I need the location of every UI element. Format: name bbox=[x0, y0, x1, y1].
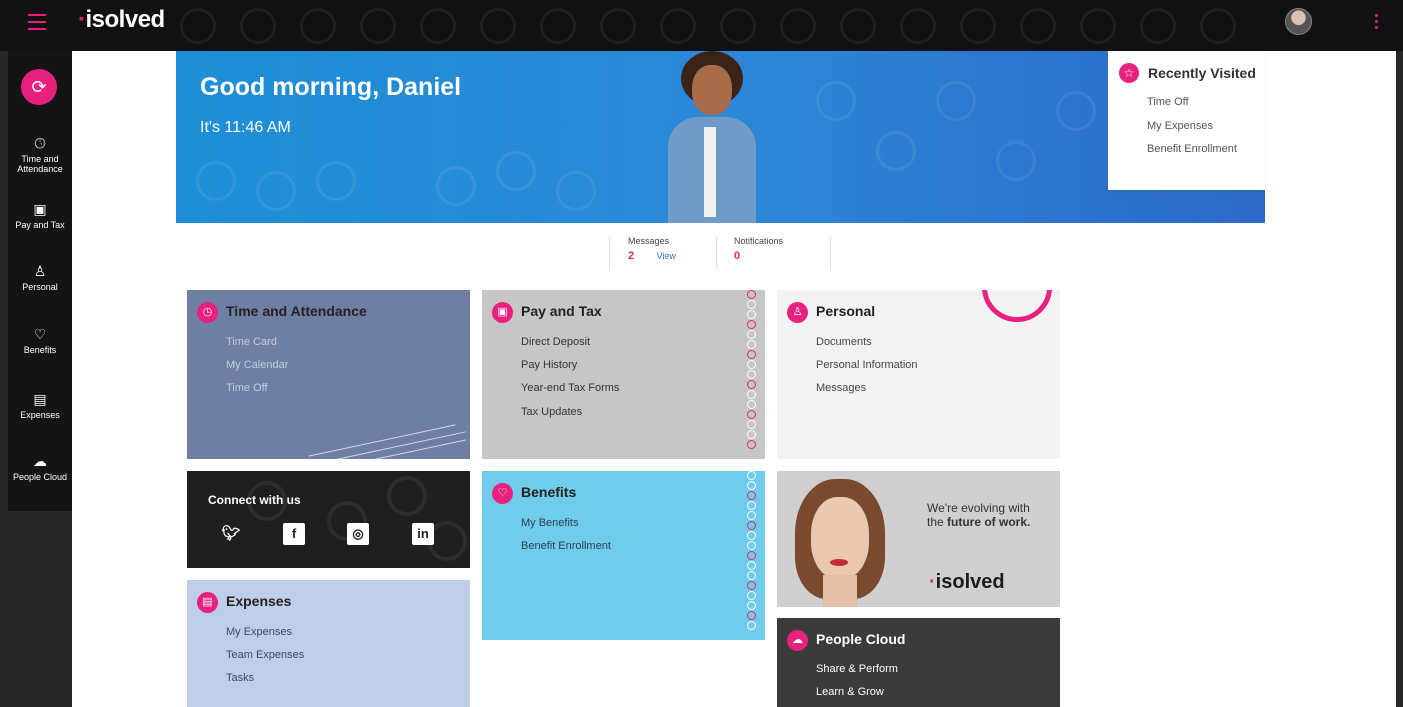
link-team-expenses[interactable]: Team Expenses bbox=[226, 649, 304, 661]
recent-link-my-expenses[interactable]: My Expenses bbox=[1147, 120, 1213, 132]
link-share-perform[interactable]: Share & Perform bbox=[816, 663, 898, 675]
sidebar-item-personal[interactable]: ♙ Personal bbox=[8, 263, 72, 292]
sidebar-item-label: Pay and Tax bbox=[15, 220, 65, 230]
link-my-benefits[interactable]: My Benefits bbox=[521, 517, 578, 529]
sidebar-item-label: Benefits bbox=[23, 345, 57, 355]
card-pay-tax: ▣ Pay and Tax Direct Deposit Pay History… bbox=[482, 290, 765, 459]
user-avatar[interactable] bbox=[1285, 8, 1312, 35]
hamburger-icon[interactable] bbox=[28, 14, 46, 30]
money-icon: ▣ bbox=[492, 302, 513, 323]
card-title: Benefits bbox=[521, 484, 577, 500]
sidebar-item-pay-tax[interactable]: ▣ Pay and Tax bbox=[8, 201, 72, 230]
refresh-icon[interactable]: ⟳ bbox=[21, 69, 57, 105]
sidebar-item-label: Personal bbox=[22, 282, 58, 292]
decorative-lines bbox=[307, 424, 467, 459]
recent-link-benefit-enrollment[interactable]: Benefit Enrollment bbox=[1147, 143, 1237, 155]
person-icon: ♙ bbox=[787, 302, 808, 323]
sidebar-item-expenses[interactable]: ▤ Expenses bbox=[8, 391, 72, 420]
notifications-label: Notifications bbox=[734, 236, 784, 246]
top-bar: ·isolved bbox=[0, 0, 1403, 51]
link-time-off[interactable]: Time Off bbox=[226, 382, 268, 394]
top-bar-decoration bbox=[180, 0, 1280, 51]
messages-count: 2 bbox=[628, 250, 635, 262]
recent-link-time-off[interactable]: Time Off bbox=[1147, 96, 1189, 108]
connect-title: Connect with us bbox=[208, 493, 301, 507]
link-documents[interactable]: Documents bbox=[816, 336, 872, 348]
cloud-icon: ☁ bbox=[787, 630, 808, 651]
view-messages-link[interactable]: View bbox=[657, 251, 676, 261]
right-edge bbox=[1396, 51, 1403, 707]
link-personal-information[interactable]: Personal Information bbox=[816, 359, 918, 371]
main-content: Good morning, Daniel It's 11:46 AM ☆ Rec… bbox=[72, 51, 1396, 707]
hero-person-image bbox=[666, 51, 756, 223]
sidebar-item-label: Time and bbox=[21, 154, 59, 164]
stats-bar: Messages 2 View Notifications 0 bbox=[609, 236, 831, 269]
notifications-stat: Notifications 0 bbox=[716, 236, 831, 269]
sidebar-item-label: People Cloud bbox=[12, 472, 68, 482]
decorative-dots bbox=[747, 471, 759, 640]
clock-icon: 🕓︎ bbox=[34, 135, 46, 151]
link-my-expenses[interactable]: My Expenses bbox=[226, 626, 292, 638]
card-expenses: ▤ Expenses My Expenses Team Expenses Tas… bbox=[187, 580, 470, 707]
link-direct-deposit[interactable]: Direct Deposit bbox=[521, 336, 590, 348]
link-time-card[interactable]: Time Card bbox=[226, 336, 277, 348]
left-edge bbox=[0, 51, 8, 707]
card-title: Expenses bbox=[226, 593, 292, 609]
card-title: Time and Attendance bbox=[226, 303, 367, 319]
card-personal: ♙ Personal Documents Personal Informatio… bbox=[777, 290, 1060, 459]
promo-line1: We're evolving with bbox=[927, 501, 1030, 515]
sidebar-item-people-cloud[interactable]: ☁ People Cloud bbox=[8, 453, 72, 482]
link-tasks[interactable]: Tasks bbox=[226, 672, 254, 684]
recently-visited-title: Recently Visited bbox=[1148, 65, 1256, 81]
money-icon: ▣ bbox=[33, 201, 47, 217]
link-my-calendar[interactable]: My Calendar bbox=[226, 359, 288, 371]
link-benefit-enrollment[interactable]: Benefit Enrollment bbox=[521, 540, 611, 552]
card-benefits: ♡ Benefits My Benefits Benefit Enrollmen… bbox=[482, 471, 765, 640]
facebook-icon[interactable]: f bbox=[283, 523, 305, 545]
connect-with-us-card: Connect with us 🐦︎ f ◎ in bbox=[187, 471, 470, 568]
card-title: Pay and Tax bbox=[521, 303, 602, 319]
link-tax-updates[interactable]: Tax Updates bbox=[521, 406, 582, 418]
link-learn-grow[interactable]: Learn & Grow bbox=[816, 686, 884, 698]
link-messages[interactable]: Messages bbox=[816, 382, 866, 394]
sidebar: ⟳ 🕓︎ Time and Attendance ▣ Pay and Tax ♙… bbox=[8, 51, 72, 511]
link-pay-history[interactable]: Pay History bbox=[521, 359, 577, 371]
decorative-ring bbox=[982, 290, 1052, 322]
card-people-cloud: ☁ People Cloud Share & Perform Learn & G… bbox=[777, 618, 1060, 707]
notifications-count: 0 bbox=[734, 250, 741, 262]
receipt-icon: ▤ bbox=[197, 592, 218, 613]
cloud-icon: ☁ bbox=[33, 453, 47, 469]
promo-banner[interactable]: We're evolving with the future of work. … bbox=[777, 471, 1060, 607]
heart-icon: ♡ bbox=[33, 326, 47, 342]
messages-stat: Messages 2 View bbox=[628, 236, 716, 269]
instagram-icon[interactable]: ◎ bbox=[347, 523, 369, 545]
linkedin-icon[interactable]: in bbox=[412, 523, 434, 545]
kebab-icon[interactable] bbox=[1375, 14, 1379, 32]
recently-visited-panel: ☆ Recently Visited Time Off My Expenses … bbox=[1108, 51, 1265, 190]
messages-label: Messages bbox=[628, 236, 670, 246]
decorative-dots bbox=[747, 290, 759, 459]
isolved-logo[interactable]: ·isolved bbox=[78, 6, 165, 34]
card-time-attendance: ◷ Time and Attendance Time Card My Calen… bbox=[187, 290, 470, 459]
person-icon: ♙ bbox=[33, 263, 47, 279]
twitter-icon[interactable]: 🐦︎ bbox=[220, 523, 242, 545]
sidebar-item-label: Expenses bbox=[20, 410, 60, 420]
link-year-end-tax-forms[interactable]: Year-end Tax Forms bbox=[521, 382, 619, 394]
greeting-title: Good morning, Daniel bbox=[200, 73, 462, 101]
sidebar-item-time-attendance[interactable]: 🕓︎ Time and Attendance bbox=[8, 135, 72, 174]
heart-icon: ♡ bbox=[492, 483, 513, 504]
isolved-logo: ·isolved bbox=[929, 571, 1005, 593]
receipt-icon: ▤ bbox=[33, 391, 47, 407]
clock-icon: ◷ bbox=[197, 302, 218, 323]
card-title: Personal bbox=[816, 303, 876, 319]
star-icon: ☆ bbox=[1119, 63, 1139, 83]
card-title: People Cloud bbox=[816, 631, 906, 647]
promo-line2: the future of work. bbox=[927, 515, 1031, 529]
current-time: It's 11:46 AM bbox=[200, 119, 291, 136]
hero-banner: Good morning, Daniel It's 11:46 AM bbox=[176, 51, 1265, 223]
sidebar-item-label: Attendance bbox=[17, 164, 63, 174]
sidebar-item-benefits[interactable]: ♡ Benefits bbox=[8, 326, 72, 355]
